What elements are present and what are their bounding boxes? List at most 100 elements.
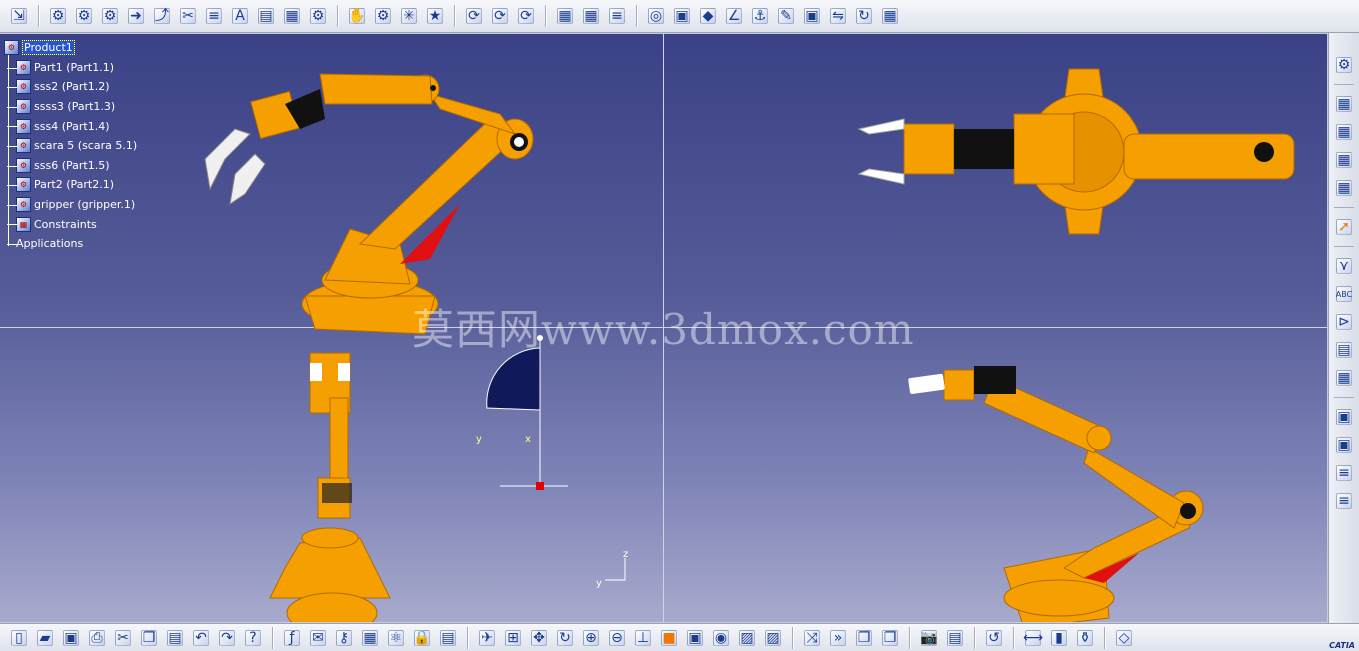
shading-icon[interactable]: ◉ bbox=[710, 627, 732, 649]
selective-load-icon[interactable]: ▤ bbox=[255, 5, 277, 27]
undo-icon[interactable]: ↶ bbox=[190, 627, 212, 649]
quick-constraint-icon[interactable]: ▣ bbox=[801, 5, 823, 27]
graph-tree-reordering-icon[interactable]: ≡ bbox=[203, 5, 225, 27]
pan-icon[interactable]: ✥ bbox=[528, 627, 550, 649]
fit-all-icon[interactable]: ⊞ bbox=[502, 627, 524, 649]
change-constraint-icon[interactable]: ↻ bbox=[853, 5, 875, 27]
angle-constraint-icon[interactable]: ∠ bbox=[723, 5, 745, 27]
toolbar-separator bbox=[909, 626, 910, 649]
watermark-text: 莫西网www.3dmox.com bbox=[412, 305, 915, 354]
catalog-browser-icon[interactable]: ▦ bbox=[1333, 149, 1355, 171]
macro-icon[interactable]: ⚷ bbox=[333, 627, 355, 649]
rotate-icon[interactable]: ↻ bbox=[554, 627, 576, 649]
toolbar-separator bbox=[1334, 246, 1354, 247]
forward-icon[interactable]: » bbox=[827, 627, 849, 649]
weld-feature-icon[interactable]: ⋎ bbox=[1333, 255, 1355, 277]
triad-y-label: y bbox=[596, 578, 602, 589]
publish-icon[interactable]: ▤ bbox=[944, 627, 966, 649]
existing-component-icon[interactable]: ➜ bbox=[125, 5, 147, 27]
new-part-icon[interactable]: ⚙ bbox=[99, 5, 121, 27]
help-icon[interactable]: ? bbox=[242, 627, 264, 649]
bottle-icon[interactable]: ⚱ bbox=[1074, 627, 1096, 649]
layer-icon[interactable]: ◇ bbox=[1113, 627, 1135, 649]
snap-icon[interactable]: ⚙ bbox=[372, 5, 394, 27]
multi-instantiation-icon[interactable]: ⚙ bbox=[307, 5, 329, 27]
hide-show-icon[interactable]: ▨ bbox=[736, 627, 758, 649]
catia-logo: CATIA bbox=[1329, 641, 1355, 650]
robot-arm-isometric-view[interactable] bbox=[0, 34, 663, 335]
fix-together-icon[interactable]: ✎ bbox=[775, 5, 797, 27]
new-document-icon[interactable]: ▯ bbox=[8, 627, 30, 649]
camera-icon[interactable]: 📷 bbox=[918, 627, 940, 649]
bill-of-material-icon[interactable]: ≡ bbox=[606, 5, 628, 27]
axis-triad bbox=[605, 558, 626, 581]
existing-component-positioning-icon[interactable]: ⤴ bbox=[151, 5, 173, 27]
gear-icon[interactable]: ⚙ bbox=[1333, 54, 1355, 76]
update-all-icon[interactable]: ⟳ bbox=[489, 5, 511, 27]
save-icon[interactable]: ▣ bbox=[60, 627, 82, 649]
define-multi-instantiation-icon[interactable]: ▦ bbox=[1333, 121, 1355, 143]
update-icon[interactable]: ⟳ bbox=[463, 5, 485, 27]
print-icon[interactable]: ⎙ bbox=[86, 627, 108, 649]
enhanced-scene-icon[interactable]: ≡ bbox=[1333, 490, 1355, 512]
copy-settings-icon[interactable]: ❐ bbox=[853, 627, 875, 649]
coincidence-constraint-icon[interactable]: ◎ bbox=[645, 5, 667, 27]
replace-component-icon[interactable]: ✂ bbox=[177, 5, 199, 27]
flexible-rigid-icon[interactable]: ⇋ bbox=[827, 5, 849, 27]
paste-settings-icon[interactable]: ❐ bbox=[879, 627, 901, 649]
redo-icon[interactable]: ↷ bbox=[216, 627, 238, 649]
comment-icon[interactable]: ✉ bbox=[307, 627, 329, 649]
table-icon[interactable]: ▦ bbox=[359, 627, 381, 649]
scenes-icon[interactable]: ≡ bbox=[1333, 462, 1355, 484]
manipulation-icon[interactable]: ✋ bbox=[346, 5, 368, 27]
formula-icon[interactable]: ƒ bbox=[281, 627, 303, 649]
catalog-icon[interactable]: ▤ bbox=[437, 627, 459, 649]
save-management-icon[interactable]: ▦ bbox=[1333, 177, 1355, 199]
copy-icon[interactable]: ❐ bbox=[138, 627, 160, 649]
compass-widget[interactable] bbox=[486, 335, 568, 490]
refresh-icon[interactable]: ↺ bbox=[983, 627, 1005, 649]
tree-icon[interactable]: ⚛ bbox=[385, 627, 407, 649]
constraint-link-icon[interactable]: ⤨ bbox=[801, 627, 823, 649]
zoom-in-icon[interactable]: ⊕ bbox=[580, 627, 602, 649]
robot-arm-top-view[interactable] bbox=[664, 34, 1327, 327]
apply-material-icon[interactable]: ▮ bbox=[1048, 627, 1070, 649]
fly-mode-icon[interactable]: ✈ bbox=[476, 627, 498, 649]
view-orange-cube-icon[interactable]: ■ bbox=[658, 627, 680, 649]
clash-analysis-icon[interactable]: ▦ bbox=[580, 5, 602, 27]
measure-distance-icon[interactable]: ⟷ bbox=[1022, 627, 1044, 649]
sectioning-icon[interactable]: ▦ bbox=[1333, 367, 1355, 389]
explode-icon[interactable]: ✳ bbox=[398, 5, 420, 27]
text-with-leader-icon[interactable]: ABC bbox=[1333, 283, 1355, 305]
select-arrow-icon[interactable]: ➚ bbox=[1333, 216, 1355, 238]
local-update-icon[interactable]: ⟳ bbox=[515, 5, 537, 27]
measure-item-icon[interactable]: ▣ bbox=[1333, 434, 1355, 456]
new-component-icon[interactable]: ⚙ bbox=[47, 5, 69, 27]
select-icon[interactable]: ⇲ bbox=[8, 5, 30, 27]
new-product-icon[interactable]: ⚙ bbox=[73, 5, 95, 27]
contact-constraint-icon[interactable]: ▣ bbox=[671, 5, 693, 27]
robot-arm-front-view[interactable]: y x z y bbox=[0, 328, 663, 622]
measure-between-icon[interactable]: ▣ bbox=[1333, 406, 1355, 428]
zoom-out-icon[interactable]: ⊖ bbox=[606, 627, 628, 649]
iso-view-icon[interactable]: ▣ bbox=[684, 627, 706, 649]
open-folder-icon[interactable]: ▰ bbox=[34, 627, 56, 649]
swap-visible-space-icon[interactable]: ▨ bbox=[762, 627, 784, 649]
fix-component-icon[interactable]: ⚓ bbox=[749, 5, 771, 27]
3d-viewport[interactable]: ⚙ Product1 ⚙ Part1 (Part1.1) ⚙ sss2 (Part1… bbox=[0, 34, 1327, 622]
cut-icon[interactable]: ✂ bbox=[112, 627, 134, 649]
stop-manipulate-on-clash-icon[interactable]: ★ bbox=[424, 5, 446, 27]
compass-y-label: y bbox=[476, 434, 482, 445]
fast-multi-instantiation-icon[interactable]: ▦ bbox=[1333, 93, 1355, 115]
normal-view-icon[interactable]: ⊥ bbox=[632, 627, 654, 649]
reuse-pattern-icon[interactable]: ▦ bbox=[554, 5, 576, 27]
reuse-constraint-pattern-icon[interactable]: ▦ bbox=[879, 5, 901, 27]
lock-icon[interactable]: 🔒 bbox=[411, 627, 433, 649]
flag-note-icon[interactable]: ⊳ bbox=[1333, 311, 1355, 333]
manage-representations-icon[interactable]: ▦ bbox=[281, 5, 303, 27]
generate-numbering-icon[interactable]: A bbox=[229, 5, 251, 27]
paste-icon[interactable]: ▤ bbox=[164, 627, 186, 649]
robot-arm-side-view[interactable] bbox=[664, 328, 1327, 622]
offset-constraint-icon[interactable]: ◆ bbox=[697, 5, 719, 27]
annotation-icon[interactable]: ▤ bbox=[1333, 339, 1355, 361]
